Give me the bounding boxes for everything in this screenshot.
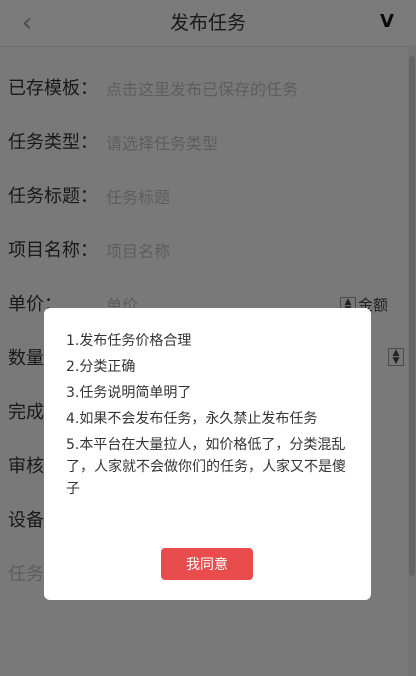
rule-item: 3.任务说明简单明了: [66, 385, 192, 401]
rule-item: 2.分类正确: [66, 359, 136, 375]
rule-item: 1.发布任务价格合理: [66, 333, 192, 349]
rules-dialog: 1.发布任务价格合理 2.分类正确 3.任务说明简单明了 4.如果不会发布任务，…: [44, 308, 371, 600]
agree-button[interactable]: 我同意: [161, 548, 253, 580]
rules-list: 1.发布任务价格合理 2.分类正确 3.任务说明简单明了 4.如果不会发布任务，…: [66, 330, 356, 504]
rule-item: 4.如果不会发布任务，永久禁止发布任务: [66, 411, 318, 427]
rule-item: 5.本平台在大量拉人，如价格低了，分类混乱了，人家就不会做你们的任务，人家又不是…: [66, 437, 346, 497]
